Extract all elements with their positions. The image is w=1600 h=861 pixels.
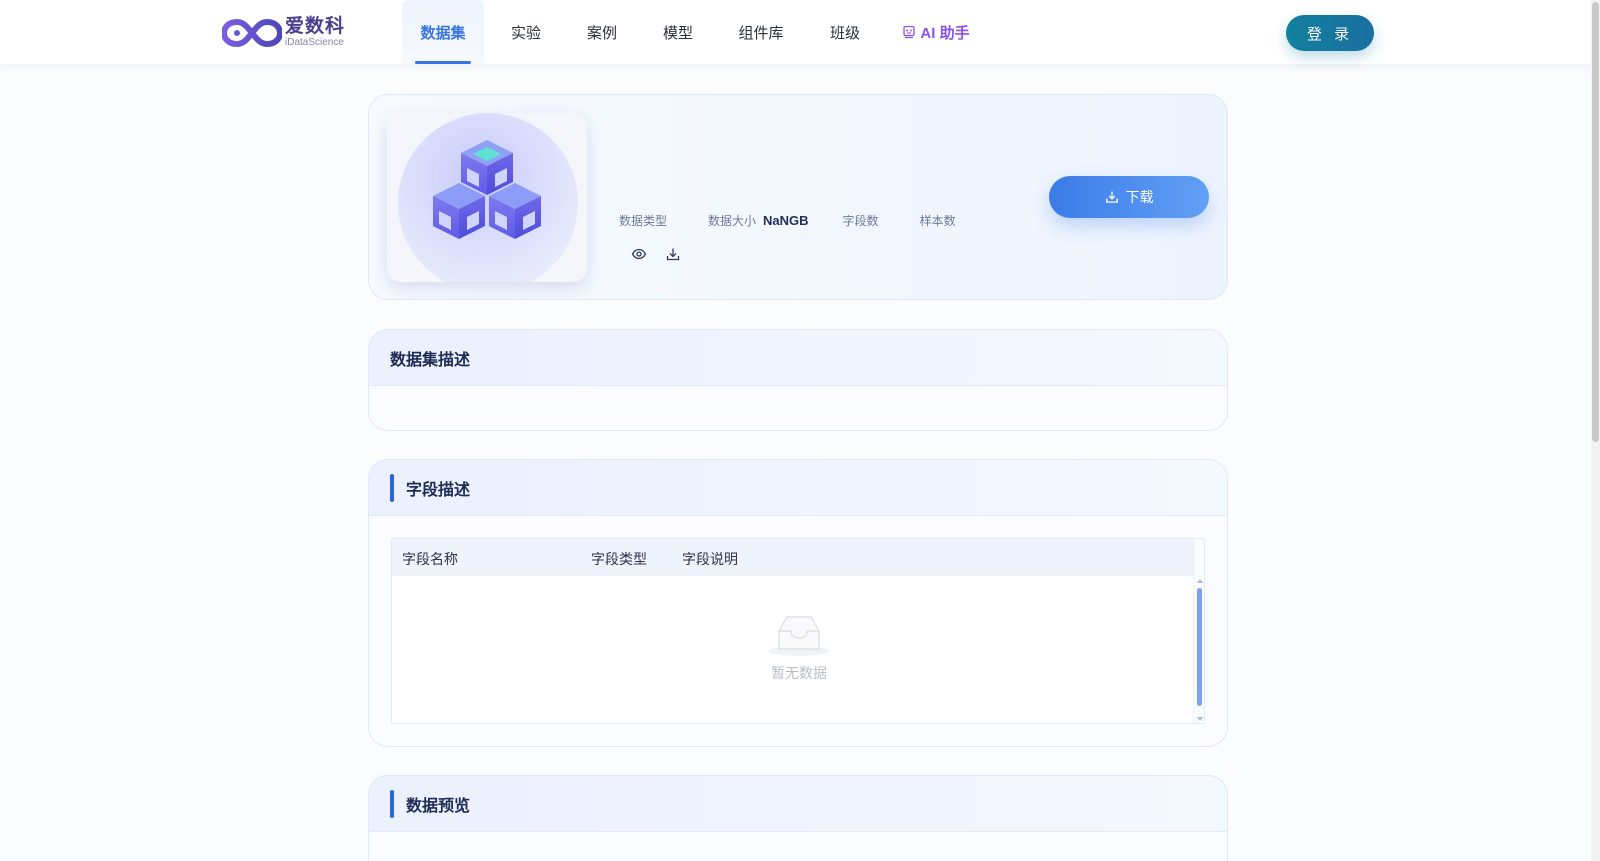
robot-icon (903, 25, 916, 39)
empty-text: 暂无数据 (771, 665, 827, 681)
meta-label: 样本数 (919, 214, 956, 228)
field-description-card: 字段描述 字段名称 字段类型 字段说明 暂无数据 (368, 459, 1228, 747)
table-scrollbar[interactable] (1193, 539, 1204, 723)
download-button-label: 下载 (1125, 189, 1154, 205)
card-title: 字段描述 (406, 481, 471, 499)
column-header-field-type[interactable]: 字段类型 (591, 549, 647, 569)
empty-inbox-icon (769, 616, 829, 656)
logo-text-en: iDataScience (285, 37, 344, 48)
logo[interactable]: 爱数科 iDataScience (222, 16, 345, 50)
meta-field-count: 字段数 (843, 212, 886, 229)
download-icon[interactable] (665, 246, 681, 262)
top-navbar: 爱数科 iDataScience 数据集 实验 案例 模型 组件库 班级 AI … (0, 0, 1600, 64)
nav-experiments[interactable]: 实验 (484, 0, 568, 64)
meta-icons (631, 246, 699, 262)
nav-classes[interactable]: 班级 (802, 0, 888, 64)
meta-value: NaNGB (763, 213, 809, 228)
column-header-field-name[interactable]: 字段名称 (402, 549, 458, 569)
nav-label: 数据集 (420, 24, 466, 42)
description-body (369, 386, 1227, 414)
nav-ai-assistant[interactable]: AI 助手 (888, 0, 984, 64)
logo-text-cn: 爱数科 (285, 16, 346, 37)
nav-cases[interactable]: 案例 (568, 0, 636, 64)
page-scrollbar[interactable] (1591, 0, 1600, 861)
logo-infinity-icon (222, 18, 282, 48)
download-icon (1105, 191, 1118, 203)
dataset-cover-image (387, 113, 587, 282)
meta-label: 数据类型 (619, 214, 668, 228)
meta-label: 字段数 (842, 214, 879, 228)
scroll-up-icon[interactable] (1197, 579, 1203, 583)
eye-icon[interactable] (631, 246, 647, 262)
meta-label: 数据大小 (708, 214, 757, 228)
nav-label: AI 助手 (920, 24, 970, 42)
main-nav: 数据集 实验 案例 模型 组件库 班级 AI 助手 (402, 0, 984, 64)
meta-sample-count: 样本数 (920, 212, 963, 229)
cubes-icon (398, 113, 578, 282)
nav-label: 实验 (510, 24, 541, 42)
nav-label: 组件库 (738, 24, 784, 42)
data-preview-card: 数据预览 (368, 775, 1228, 861)
title-accent-bar (390, 473, 394, 502)
login-button[interactable]: 登 录 (1286, 15, 1374, 51)
dataset-overview-card: 数据类型 数据大小 NaNGB 字段数 样本数 下载 (368, 94, 1228, 300)
nav-label: 案例 (586, 24, 617, 42)
dataset-meta: 数据类型 数据大小 NaNGB 字段数 样本数 (619, 212, 997, 229)
fields-table: 字段名称 字段类型 字段说明 暂无数据 (391, 538, 1205, 724)
scrollbar-thumb[interactable] (1197, 588, 1202, 706)
column-header-field-desc[interactable]: 字段说明 (682, 549, 738, 569)
card-header: 数据集描述 (369, 330, 1227, 386)
nav-label: 模型 (662, 24, 693, 42)
nav-models[interactable]: 模型 (636, 0, 720, 64)
scroll-down-icon[interactable] (1197, 717, 1203, 721)
dataset-description-card: 数据集描述 (368, 329, 1228, 431)
meta-data-type: 数据类型 (619, 212, 674, 229)
card-header: 字段描述 (369, 460, 1227, 516)
download-button[interactable]: 下载 (1049, 176, 1209, 218)
nav-label: 班级 (829, 24, 860, 42)
nav-datasets[interactable]: 数据集 (402, 0, 484, 64)
card-title: 数据集描述 (390, 351, 471, 369)
page-scrollbar-thumb[interactable] (1592, 2, 1599, 442)
table-header: 字段名称 字段类型 字段说明 (392, 539, 1204, 576)
meta-data-size: 数据大小 NaNGB (708, 212, 809, 229)
card-header: 数据预览 (369, 776, 1227, 832)
title-accent-bar (390, 789, 394, 818)
nav-components[interactable]: 组件库 (720, 0, 802, 64)
card-title: 数据预览 (406, 797, 471, 815)
empty-state: 暂无数据 (392, 613, 1204, 683)
